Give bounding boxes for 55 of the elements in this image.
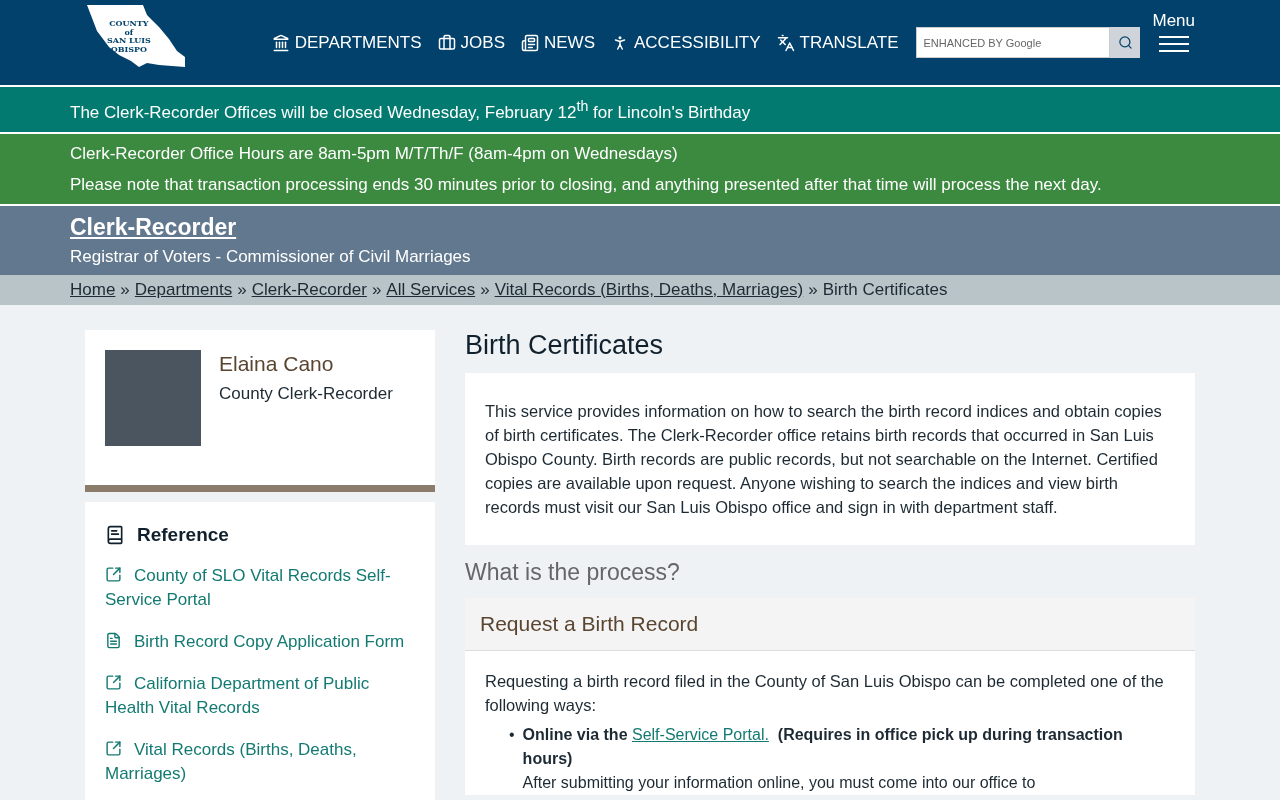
logo-text: COUNTY — [109, 18, 149, 28]
nav-link[interactable]: NEWS — [521, 32, 595, 53]
breadcrumb-separator: » — [371, 279, 382, 300]
newspaper-icon — [521, 33, 539, 52]
landmark-icon — [271, 33, 290, 52]
alert-text: Clerk-Recorder Office Hours are 8am-5pm M/T/Th/F (8am-4pm on Wednesdays) — [70, 142, 679, 165]
external-link-icon — [105, 739, 122, 757]
breadcrumb-separator: » — [120, 279, 130, 300]
page-title: Birth Certificates — [465, 329, 665, 361]
portal-link[interactable]: Self-Service Portal. — [632, 725, 769, 743]
nav-link[interactable]: TRANSLATE — [776, 32, 899, 53]
external-link-icon — [105, 565, 122, 583]
breadcrumb-separator: » — [480, 279, 490, 300]
county-logo[interactable]: COUNTY of SAN LUIS OBISPO — [85, 4, 185, 69]
current-page-label: Birth Certificates — [822, 279, 948, 300]
department-title-link[interactable]: Clerk-Recorder — [70, 213, 237, 241]
menu-button[interactable]: Menu — [1152, 10, 1195, 53]
breadcrumb-link[interactable]: Departments — [134, 279, 233, 300]
external-link-icon — [105, 673, 122, 691]
logo-text: OBISPO — [110, 44, 147, 54]
reference-link[interactable]: California Department of Public Health Vital Records — [105, 671, 415, 720]
list-item-text: Online via the Self-Service Portal. (Requires in office pick up during transaction hours) After submitting your information online, you must come into our office to — [522, 724, 1124, 793]
briefcase-icon — [437, 33, 456, 52]
alert-text: Please note that transaction processing ends 30 minutes prior to closing, and anything presented after that time will process the next day. — [70, 173, 1103, 196]
intro-text: This service provides information on how to search the birth record indices and obtain copies of birth certificates. The Clerk-Recorder office retains birth records that occurred in San Luis Obispo County. Birth records are public records, but not searchable on the Internet. Certified copies are available upon request. Anyone wishing to search the indices and view birth records must visit our San Luis Obispo office and sign in with department staff. — [485, 400, 1163, 518]
breadcrumb-link[interactable]: Clerk-Recorder — [251, 279, 367, 300]
document-icon — [105, 631, 122, 649]
profile-name: Elaina Cano — [219, 351, 335, 376]
breadcrumb-separator: » — [808, 279, 818, 300]
breadcrumb-separator: » — [237, 279, 247, 300]
alert-text: The Clerk-Recorder Offices will be closed Wednesday, February 12$^{th}$ for Lincoln's Birthday — [70, 97, 752, 124]
bullet-marker: • — [509, 724, 515, 745]
reference-heading: Reference — [137, 523, 229, 546]
panel-header: Request a Birth Record — [465, 597, 1195, 651]
search-button[interactable] — [1110, 27, 1141, 58]
nav-link[interactable]: ACCESSIBILITY — [611, 32, 761, 53]
logo-text: SAN LUIS — [107, 35, 151, 45]
breadcrumb-link[interactable]: Home — [70, 279, 116, 300]
menu-icon — [1158, 34, 1189, 53]
section-heading: What is the process? — [465, 558, 681, 586]
nav-link[interactable]: DEPARTMENTS — [271, 32, 422, 53]
search-field[interactable]: ENHANCED BY Google — [916, 27, 1111, 58]
reference-link[interactable]: County of SLO Vital Records Self-Service Portal — [105, 563, 415, 612]
nav-link[interactable]: JOBS — [437, 32, 505, 53]
logo-text: of — [124, 27, 134, 36]
reference-link[interactable]: Birth Record Copy Application Form — [105, 629, 415, 654]
book-icon — [105, 524, 125, 545]
department-subtitle: Registrar of Voters - Commissioner of Civil Marriages — [70, 246, 472, 267]
translate-icon — [776, 33, 795, 52]
panel-text: Requesting a birth record filed in the County of San Luis Obispo can be completed one of the following ways: — [485, 670, 1165, 716]
reference-link[interactable]: Vital Records (Births, Deaths, Marriages) — [105, 737, 415, 786]
search-icon — [1117, 35, 1133, 50]
profile-title: County Clerk-Recorder — [219, 383, 393, 404]
breadcrumb-link[interactable]: All Services — [386, 279, 476, 300]
breadcrumb-link[interactable]: Vital Records (Births, Deaths, Marriages) — [494, 279, 804, 300]
